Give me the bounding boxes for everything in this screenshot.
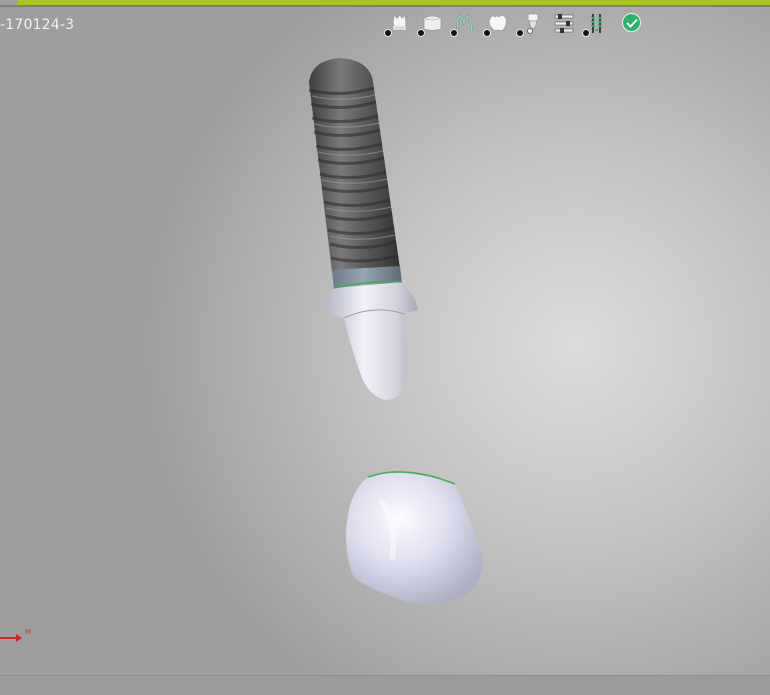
abutment[interactable] bbox=[327, 280, 418, 400]
axis-label: M bbox=[25, 628, 32, 636]
3d-scene[interactable] bbox=[0, 0, 770, 695]
axis-arrow-icon bbox=[0, 634, 22, 642]
crown[interactable] bbox=[346, 471, 483, 605]
3d-viewport[interactable]: -170124-3 M bbox=[0, 0, 770, 695]
status-bar bbox=[0, 675, 770, 695]
implant-fixture[interactable] bbox=[308, 58, 400, 272]
axis-triad: M bbox=[0, 624, 40, 654]
